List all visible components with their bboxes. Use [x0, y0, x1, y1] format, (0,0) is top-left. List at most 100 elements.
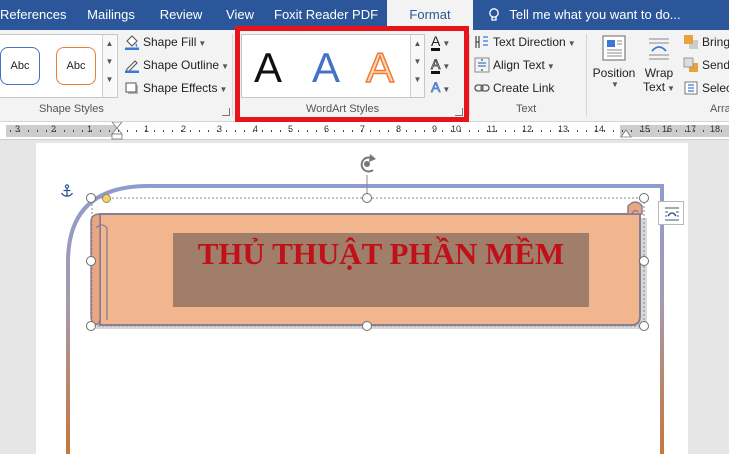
align-text-icon: [474, 57, 490, 73]
layout-options-button[interactable]: [658, 201, 684, 225]
wordart-text[interactable]: THỦ THUẬT PHẦN MỀM: [173, 236, 589, 272]
bring-forward-button[interactable]: Bring: [683, 32, 729, 52]
ruler-tick: [73, 130, 74, 132]
ruler-number: 13: [558, 124, 569, 134]
shape-style-preset-blue[interactable]: Abc: [0, 47, 40, 85]
text-direction-label: Text Direction: [493, 35, 566, 49]
selection-pane-label: Selec: [702, 81, 729, 95]
ruler-tick: [145, 130, 146, 132]
wrap-text-button[interactable]: Wrap Text ▼: [640, 32, 678, 100]
gallery-down-icon[interactable]: ▼: [103, 53, 116, 71]
send-backward-button[interactable]: Send: [683, 55, 729, 75]
ruler-tick: [244, 130, 245, 132]
wrap-text-label-2: Text ▼: [640, 80, 678, 96]
ruler-tick: [586, 130, 587, 132]
align-text-button[interactable]: Align Text ▼: [474, 55, 555, 75]
tell-me-text: Tell me what you want to do...: [509, 7, 681, 22]
shape-effects-icon: [125, 82, 138, 94]
tab-references[interactable]: References: [0, 0, 66, 30]
ruler-number: 17: [686, 124, 697, 134]
wrap-text-label-1: Wrap: [644, 66, 674, 80]
ruler-tick: [46, 130, 47, 132]
ruler-tick: [397, 130, 398, 132]
ruler-tick: [532, 130, 533, 132]
wrap-text-icon: [649, 38, 669, 60]
ruler-tick: [667, 130, 668, 132]
tab-review[interactable]: Review: [156, 0, 206, 30]
ruler-tick: [361, 130, 362, 132]
position-button[interactable]: Position ▼: [590, 32, 638, 100]
paint-bucket-icon: [125, 35, 139, 50]
resize-handle-top-left[interactable]: [86, 193, 96, 203]
wrap-text-label-2-text: Text: [643, 80, 666, 94]
ruler-number: 15: [640, 124, 651, 134]
resize-handle-left[interactable]: [86, 256, 96, 266]
shape-adjust-handle[interactable]: [102, 194, 111, 203]
ruler-tick: [424, 130, 425, 132]
ruler-tick: [235, 130, 236, 132]
tab-mailings[interactable]: Mailings: [78, 0, 144, 30]
chevron-down-icon: ▼: [567, 39, 576, 48]
ruler-tick: [469, 130, 470, 132]
ruler-tick: [109, 130, 110, 132]
ruler-tick: [253, 130, 254, 132]
ruler-tick: [82, 130, 83, 132]
shape-styles-launcher-icon[interactable]: [222, 108, 230, 116]
ruler-number: 2: [181, 124, 187, 134]
resize-handle-right[interactable]: [639, 256, 649, 266]
resize-handle-bottom[interactable]: [362, 321, 372, 331]
ruler-tick: [703, 130, 704, 132]
ruler-tick: [19, 130, 20, 132]
shape-style-gallery-scroll[interactable]: ▲ ▼ ▼: [102, 35, 116, 97]
ruler-tick: [685, 130, 686, 132]
ruler-tick: [505, 130, 506, 132]
ruler-number: 6: [324, 124, 330, 134]
resize-handle-top[interactable]: [362, 193, 372, 203]
ruler-tick: [163, 130, 164, 132]
bring-forward-label: Bring: [702, 35, 729, 49]
tell-me-search[interactable]: Tell me what you want to do...: [486, 0, 681, 30]
ruler-tick: [127, 130, 128, 132]
anchor-icon[interactable]: [60, 184, 74, 198]
text-direction-button[interactable]: Text Direction ▼: [474, 32, 576, 52]
create-link-button[interactable]: Create Link: [474, 78, 554, 98]
group-divider: [586, 34, 587, 116]
chevron-down-icon: ▼: [221, 62, 229, 71]
ruler-tick: [217, 130, 218, 132]
gallery-up-icon[interactable]: ▲: [103, 35, 116, 53]
ruler-tick: [568, 130, 569, 132]
layout-options-icon: [665, 207, 679, 221]
resize-handle-top-right[interactable]: [639, 193, 649, 203]
ruler-tick: [460, 130, 461, 132]
right-indent-marker-icon[interactable]: [620, 126, 632, 138]
ruler-number: 5: [288, 124, 294, 134]
ruler-tick: [370, 130, 371, 132]
selection-pane-button[interactable]: Selec: [683, 78, 729, 98]
ruler-tick: [10, 130, 11, 132]
ruler-number: 18: [710, 124, 721, 134]
ruler-tick: [289, 130, 290, 132]
ruler-tick: [343, 130, 344, 132]
ruler-tick: [298, 130, 299, 132]
ruler-tick: [694, 130, 695, 132]
gallery-more-icon[interactable]: ▼: [103, 71, 116, 89]
ruler-tick: [118, 130, 119, 132]
shape-style-preset-orange[interactable]: Abc: [56, 47, 96, 85]
ruler-number: 10: [451, 124, 462, 134]
resize-handle-bottom-right[interactable]: [639, 321, 649, 331]
ruler-tick: [55, 130, 56, 132]
shape-fill-button[interactable]: Shape Fill ▼: [124, 32, 206, 52]
resize-handle-bottom-left[interactable]: [86, 321, 96, 331]
position-label: Position: [592, 66, 636, 80]
ruler-number: 1: [144, 124, 150, 134]
indent-marker-icon[interactable]: [110, 122, 124, 140]
ruler-tick: [64, 130, 65, 132]
shape-effects-button[interactable]: Shape Effects ▼: [124, 78, 227, 98]
chevron-down-icon: ▼: [546, 62, 555, 71]
shape-style-gallery: Abc Abc ▲ ▼ ▼: [0, 34, 118, 98]
horizontal-ruler[interactable]: 3 2 1 1 2 3 4 5 6 7 8 9 10 11 12 13 14 1…: [0, 122, 729, 140]
shape-outline-button[interactable]: Shape Outline ▼: [124, 55, 229, 75]
ruler-tick: [595, 130, 596, 132]
ruler-tick: [415, 130, 416, 132]
ruler-tick: [262, 130, 263, 132]
